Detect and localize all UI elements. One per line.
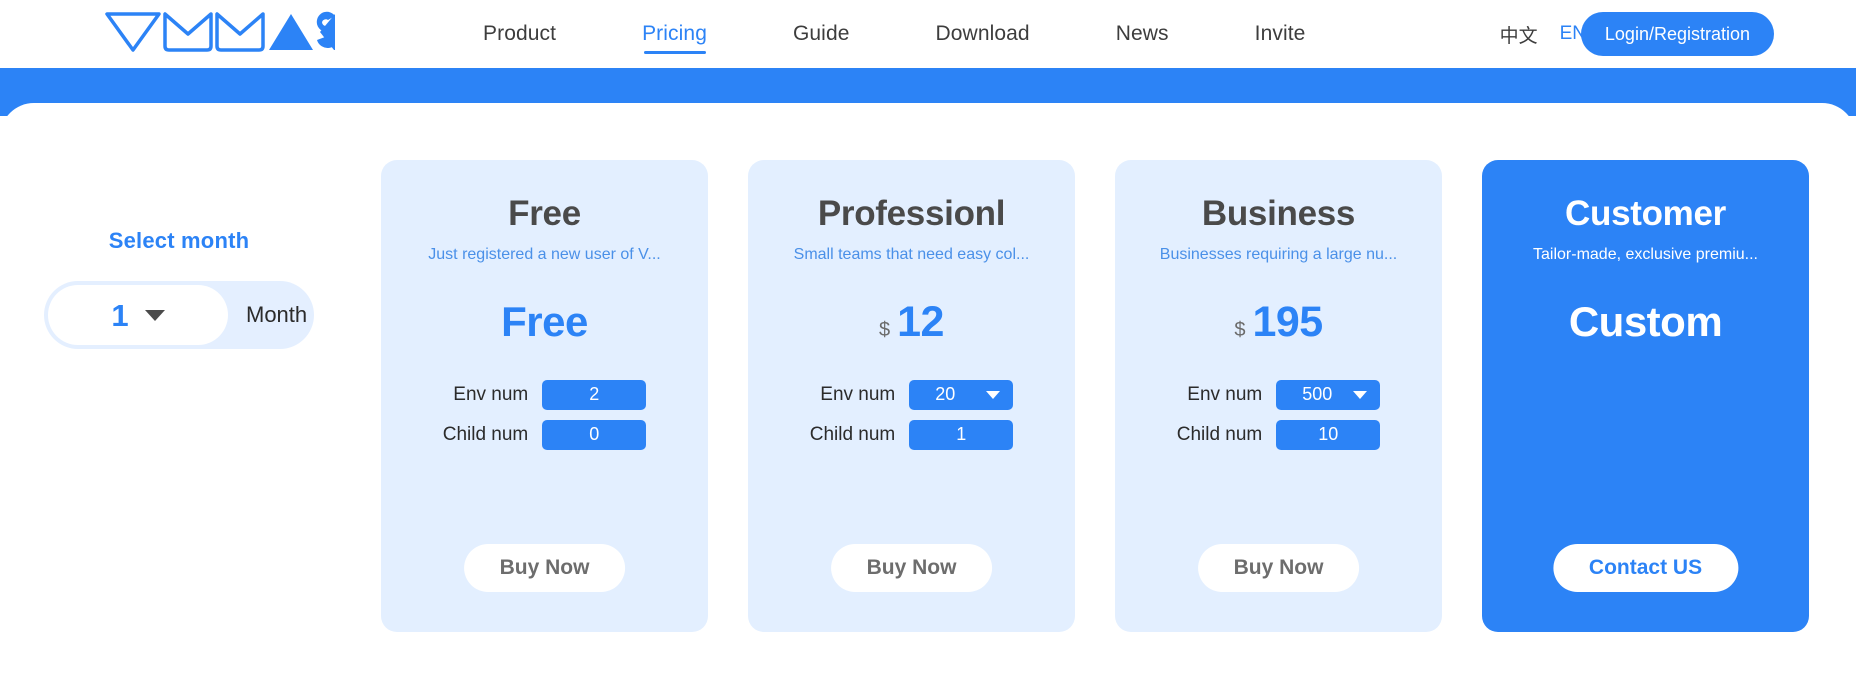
card-price: Custom xyxy=(1568,297,1723,353)
pricing-page: Product Pricing Guide Download News Invi… xyxy=(0,0,1856,694)
card-price: $ 12 xyxy=(879,297,944,353)
nav-item-guide[interactable]: Guide xyxy=(750,0,893,68)
chevron-down-icon[interactable] xyxy=(144,309,165,321)
spec-value-badge: 2 xyxy=(542,379,647,410)
buy-now-button[interactable]: Buy Now xyxy=(463,544,626,592)
price-amount: 195 xyxy=(1252,297,1323,346)
login-registration-button[interactable]: Login/Registration xyxy=(1580,12,1774,56)
card-description: Just registered a new user of V... xyxy=(428,245,661,263)
site-header: Product Pricing Guide Download News Invi… xyxy=(0,0,1856,68)
spec-row-env-num: Env num 500 xyxy=(1187,379,1381,410)
spec-value: 20 xyxy=(935,384,956,404)
spec-value: 500 xyxy=(1302,384,1333,404)
card-specs: Env num 500 Child num 10 xyxy=(1176,379,1381,450)
language-switcher: 中文 EN xyxy=(1500,0,1586,68)
pricing-card-professionl: Professionl Small teams that need easy c… xyxy=(748,160,1075,632)
spec-label: Env num xyxy=(453,383,529,405)
buy-now-button[interactable]: Buy Now xyxy=(830,544,993,592)
card-description: Tailor-made, exclusive premiu... xyxy=(1533,245,1758,263)
card-title: Free xyxy=(508,194,581,233)
contact-us-button[interactable]: Contact US xyxy=(1552,544,1739,592)
card-title: Professionl xyxy=(817,194,1006,233)
buy-now-button[interactable]: Buy Now xyxy=(1197,544,1360,592)
price-amount: 12 xyxy=(897,297,944,346)
pricing-card-free: Free Just registered a new user of V... … xyxy=(381,160,708,632)
pricing-card-business: Business Businesses requiring a large nu… xyxy=(1115,160,1442,632)
nav-item-invite[interactable]: Invite xyxy=(1212,0,1349,68)
pricing-card-customer: Customer Tailor-made, exclusive premiu..… xyxy=(1482,160,1809,632)
main-nav: Product Pricing Guide Download News Invi… xyxy=(440,0,1348,68)
month-selector: Select month 1 Month xyxy=(44,228,314,349)
card-price: Free xyxy=(501,297,588,353)
nav-item-pricing[interactable]: Pricing xyxy=(599,0,750,68)
spec-label: Child num xyxy=(809,423,896,445)
spec-label: Child num xyxy=(442,423,529,445)
price-amount: Free xyxy=(501,297,588,345)
spec-value-badge: 1 xyxy=(909,419,1014,450)
card-title: Customer xyxy=(1565,194,1726,233)
spec-row-child-num: Child num 1 xyxy=(809,419,1014,450)
chevron-down-icon xyxy=(1353,390,1368,399)
price-currency: $ xyxy=(879,318,891,341)
spec-row-env-num: Env num 2 xyxy=(453,379,647,410)
card-specs: Env num 20 Child num 1 xyxy=(809,379,1014,450)
env-num-dropdown[interactable]: 20 xyxy=(909,379,1014,410)
card-description: Small teams that need easy col... xyxy=(793,245,1030,263)
spec-label: Env num xyxy=(1187,383,1263,405)
spec-row-child-num: Child num 10 xyxy=(1176,419,1381,450)
env-num-dropdown[interactable]: 500 xyxy=(1276,379,1381,410)
vmmask-logo-icon[interactable] xyxy=(103,6,343,56)
card-price: $ 195 xyxy=(1234,297,1323,353)
month-unit-label: Month xyxy=(246,302,308,327)
spec-label: Child num xyxy=(1176,423,1263,445)
nav-item-download[interactable]: Download xyxy=(893,0,1073,68)
card-title: Business xyxy=(1201,194,1356,233)
card-specs: Env num 2 Child num 0 xyxy=(442,379,647,450)
spec-row-child-num: Child num 0 xyxy=(442,419,647,450)
price-currency: $ xyxy=(1234,318,1246,341)
lang-option-zh[interactable]: 中文 xyxy=(1500,21,1538,48)
spec-label: Env num xyxy=(820,383,896,405)
spec-row-env-num: Env num 20 xyxy=(820,379,1014,410)
nav-item-news[interactable]: News xyxy=(1073,0,1212,68)
month-dropdown[interactable]: 1 xyxy=(48,285,228,345)
month-selector-pill[interactable]: 1 Month xyxy=(44,281,314,349)
price-amount: Custom xyxy=(1568,297,1723,345)
nav-item-product[interactable]: Product xyxy=(440,0,599,68)
spec-value-badge: 10 xyxy=(1276,419,1381,450)
pricing-card-list: Free Just registered a new user of V... … xyxy=(381,160,1809,632)
month-value: 1 xyxy=(111,297,129,333)
select-month-label: Select month xyxy=(108,228,250,253)
spec-value-badge: 0 xyxy=(542,419,647,450)
chevron-down-icon xyxy=(986,390,1001,399)
card-description: Businesses requiring a large nu... xyxy=(1159,245,1398,263)
